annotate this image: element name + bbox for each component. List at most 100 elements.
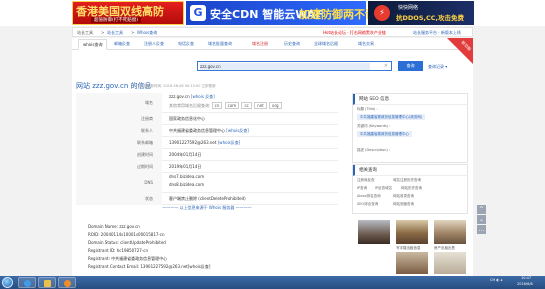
tld-com[interactable]: com: [224, 102, 240, 109]
ad-banner-strip: 香港美国双线高防 超值防御(打不死赔偿) G 安全CDN 智能云WAF 加速防御…: [0, 0, 545, 26]
raw-line: Registrant: 中共福建省委政务信息管理中心: [88, 256, 168, 261]
tld-label: 其他常用域名后缀查询:: [169, 103, 211, 108]
tld-net[interactable]: net: [254, 102, 267, 109]
ad3-slogan: 抗DDOS,CC,攻击免费: [396, 14, 464, 22]
lightning-icon: ⚡: [374, 5, 390, 21]
raw-line: Domain Status: clientUpdateProhibited: [88, 240, 166, 245]
info-key: 状态: [76, 193, 162, 205]
g-logo-icon: G: [190, 5, 206, 21]
seo-keywords-value: 中共福建省委政务信息管理中心: [357, 131, 412, 137]
tab-domain-trade[interactable]: 域名交易: [358, 41, 374, 47]
contact-reverse-link[interactable]: [whois反查]: [226, 128, 249, 133]
tab-domain-register[interactable]: 域名注册: [252, 41, 268, 47]
query-button[interactable]: 查询: [398, 61, 423, 71]
office-photo-thumb[interactable]: [358, 220, 390, 244]
ad2-slogan: 加速防御两不误: [299, 8, 376, 21]
tld-org[interactable]: org: [269, 102, 282, 109]
info-key: 联系人: [76, 125, 162, 137]
clock-time[interactable]: 10:47: [521, 276, 531, 280]
taskbar-media[interactable]: [58, 277, 76, 288]
clock-date[interactable]: 2016/6/6: [517, 282, 533, 286]
info-row-contact: 联系人 中共福建省委政务信息管理中心 [whois反查]: [76, 125, 338, 137]
info-key: DNS: [76, 173, 162, 193]
building-photo-thumb[interactable]: [434, 252, 466, 274]
raw-line: Domain Name: zzz.gov.cn: [88, 224, 140, 229]
info-row-registrar: 注册商 国家政务信息化中心: [76, 113, 338, 125]
info-value: 客户端禁止删除 (clientDeleteProhibited): [169, 196, 246, 201]
domain-value: zzz.gov.cn: [169, 94, 190, 99]
tab-email-reverse[interactable]: 邮箱反查: [114, 41, 130, 47]
clear-icon[interactable]: ×: [384, 63, 388, 69]
breadcrumb-sep-2: >: [131, 30, 135, 35]
whois-reverse-link[interactable]: [whois 反查]: [191, 94, 215, 99]
tool-link[interactable]: 网站收录查询: [393, 194, 414, 199]
email-reverse-link[interactable]: [whois反查]: [218, 140, 241, 145]
raw-line: Registrant ID: hc19850727-cn: [88, 248, 148, 253]
seo-title-value: 中共福建省委政务信息管理中心(政务网): [357, 114, 426, 120]
scroll-down-icon[interactable]: ⌄: [477, 215, 486, 224]
tool-link[interactable]: 注册商反查: [357, 178, 375, 183]
seo-title-label: 标题 (Title) :: [357, 107, 378, 111]
breadcrumb-home[interactable]: 站长工具: [77, 30, 93, 36]
room-photo-thumb[interactable]: [396, 220, 428, 244]
tool-link[interactable]: 域名注册历史查询: [393, 178, 421, 183]
related-caption[interactable]: 房产出租出售: [434, 246, 455, 251]
seo-desc-label: 描述 (Description) :: [357, 148, 391, 152]
announcement-link[interactable]: 站长服务平台 · 新版本上线: [413, 30, 461, 36]
tab-bar: whois查询 邮箱反查 注册人反查 电话反查 域名批量查询 域名注册 历史查询…: [72, 38, 473, 50]
more-icon[interactable]: …: [477, 225, 486, 234]
tool-link[interactable]: 网站历史查询: [401, 186, 422, 191]
seo-keywords-label: 关键词 (Keywords) :: [357, 124, 391, 128]
tool-link[interactable]: SEO综合查询: [357, 202, 378, 207]
tool-link[interactable]: 网站测速查询: [393, 202, 414, 207]
tld-cc[interactable]: cc: [241, 102, 252, 109]
info-value: 13901227592@263.net [whois反查]: [169, 137, 240, 149]
info-row-expires: 过期时间 2019年01月14日: [76, 161, 338, 173]
related-tools-box: 相关查询 注册商反查 域名注册历史查询 IP查询 IP反查域名 网站历史查询 A…: [352, 164, 468, 214]
tab-whois[interactable]: whois查询: [78, 39, 108, 50]
hot-notice-link[interactable]: Hot站长论坛 · 打击网络黑灰产业链: [323, 30, 386, 36]
tab-batch-query[interactable]: 域名批量查询: [208, 41, 232, 47]
tool-link[interactable]: IP查询: [357, 186, 367, 191]
search-box: ×: [197, 61, 392, 71]
folder-icon: [44, 280, 51, 287]
taskbar-explorer[interactable]: [38, 277, 56, 288]
taskbar-ie[interactable]: [18, 277, 36, 288]
media-icon: [64, 280, 71, 287]
info-key: 过期时间: [76, 161, 162, 173]
ad-kuaikuai[interactable]: ⚡ 快快网络 抗DDOS,CC,攻击免费: [368, 1, 474, 25]
contact-value: 中共福建省委政务信息管理中心: [169, 128, 225, 133]
house-photo-thumb[interactable]: [434, 220, 466, 244]
tab-phone-reverse[interactable]: 电话反查: [178, 41, 194, 47]
whois-info-table: 域名 zzz.gov.cn [whois 反查] 其他常用域名后缀查询: cn …: [76, 93, 338, 205]
ad1-subtitle: 超值防御(打不死赔偿): [91, 17, 142, 23]
info-row-dns: DNS dns7.bizidea.com dns8.bizidea.com: [76, 173, 338, 193]
info-value: 中共福建省委政务信息管理中心 [whois反查]: [169, 125, 249, 137]
info-row-email: 联系邮箱 13901227592@263.net [whois反查]: [76, 137, 338, 149]
tld-cn[interactable]: cn: [211, 102, 223, 109]
interior-photo-thumb[interactable]: [396, 252, 428, 274]
tab-registrant-reverse[interactable]: 注册人反查: [144, 41, 164, 47]
breadcrumb-page[interactable]: Whois查询: [137, 30, 157, 36]
domain-search-input[interactable]: [200, 63, 370, 70]
seo-info-box: 网站 SEO 信息 标题 (Title) : 中共福建省委政务信息管理中心(政务…: [352, 93, 468, 163]
tray-icons[interactable]: CH ◐ ◂: [490, 278, 502, 282]
tool-link[interactable]: IP反查域名: [375, 186, 392, 191]
ad-hongkong-ddos[interactable]: 香港美国双线高防 超值防御(打不死赔偿): [72, 1, 184, 25]
dns-2: dns8.bizidea.com: [169, 182, 205, 187]
tab-global-suffix[interactable]: 全球域名后缀: [314, 41, 338, 47]
raw-whois-panel: Domain Name: zzz.gov.cn ROID: 20040114s1…: [72, 218, 342, 276]
tool-link[interactable]: Alexa排名查询: [357, 194, 381, 199]
email-value: 13901227592@263.net: [169, 140, 217, 145]
breadcrumb-section[interactable]: 站长工具: [107, 30, 123, 36]
start-button[interactable]: [2, 277, 13, 288]
scroll-up-icon[interactable]: ^: [477, 205, 486, 214]
ad-cdn-waf[interactable]: G 安全CDN 智能云WAF 加速防御两不误: [186, 1, 376, 25]
related-caption[interactable]: 写字楼出租信息: [396, 246, 421, 251]
info-value: 2004年01月14日: [169, 152, 202, 157]
raw-data-heading: ———— 以上信息来源于 Whois 服务器 ————: [76, 205, 338, 211]
tab-history[interactable]: 历史查询: [284, 41, 300, 47]
info-key: 联系邮箱: [76, 137, 162, 149]
info-key: 域名: [76, 93, 162, 113]
query-history-link[interactable]: 查询记录 ▾: [428, 64, 447, 70]
